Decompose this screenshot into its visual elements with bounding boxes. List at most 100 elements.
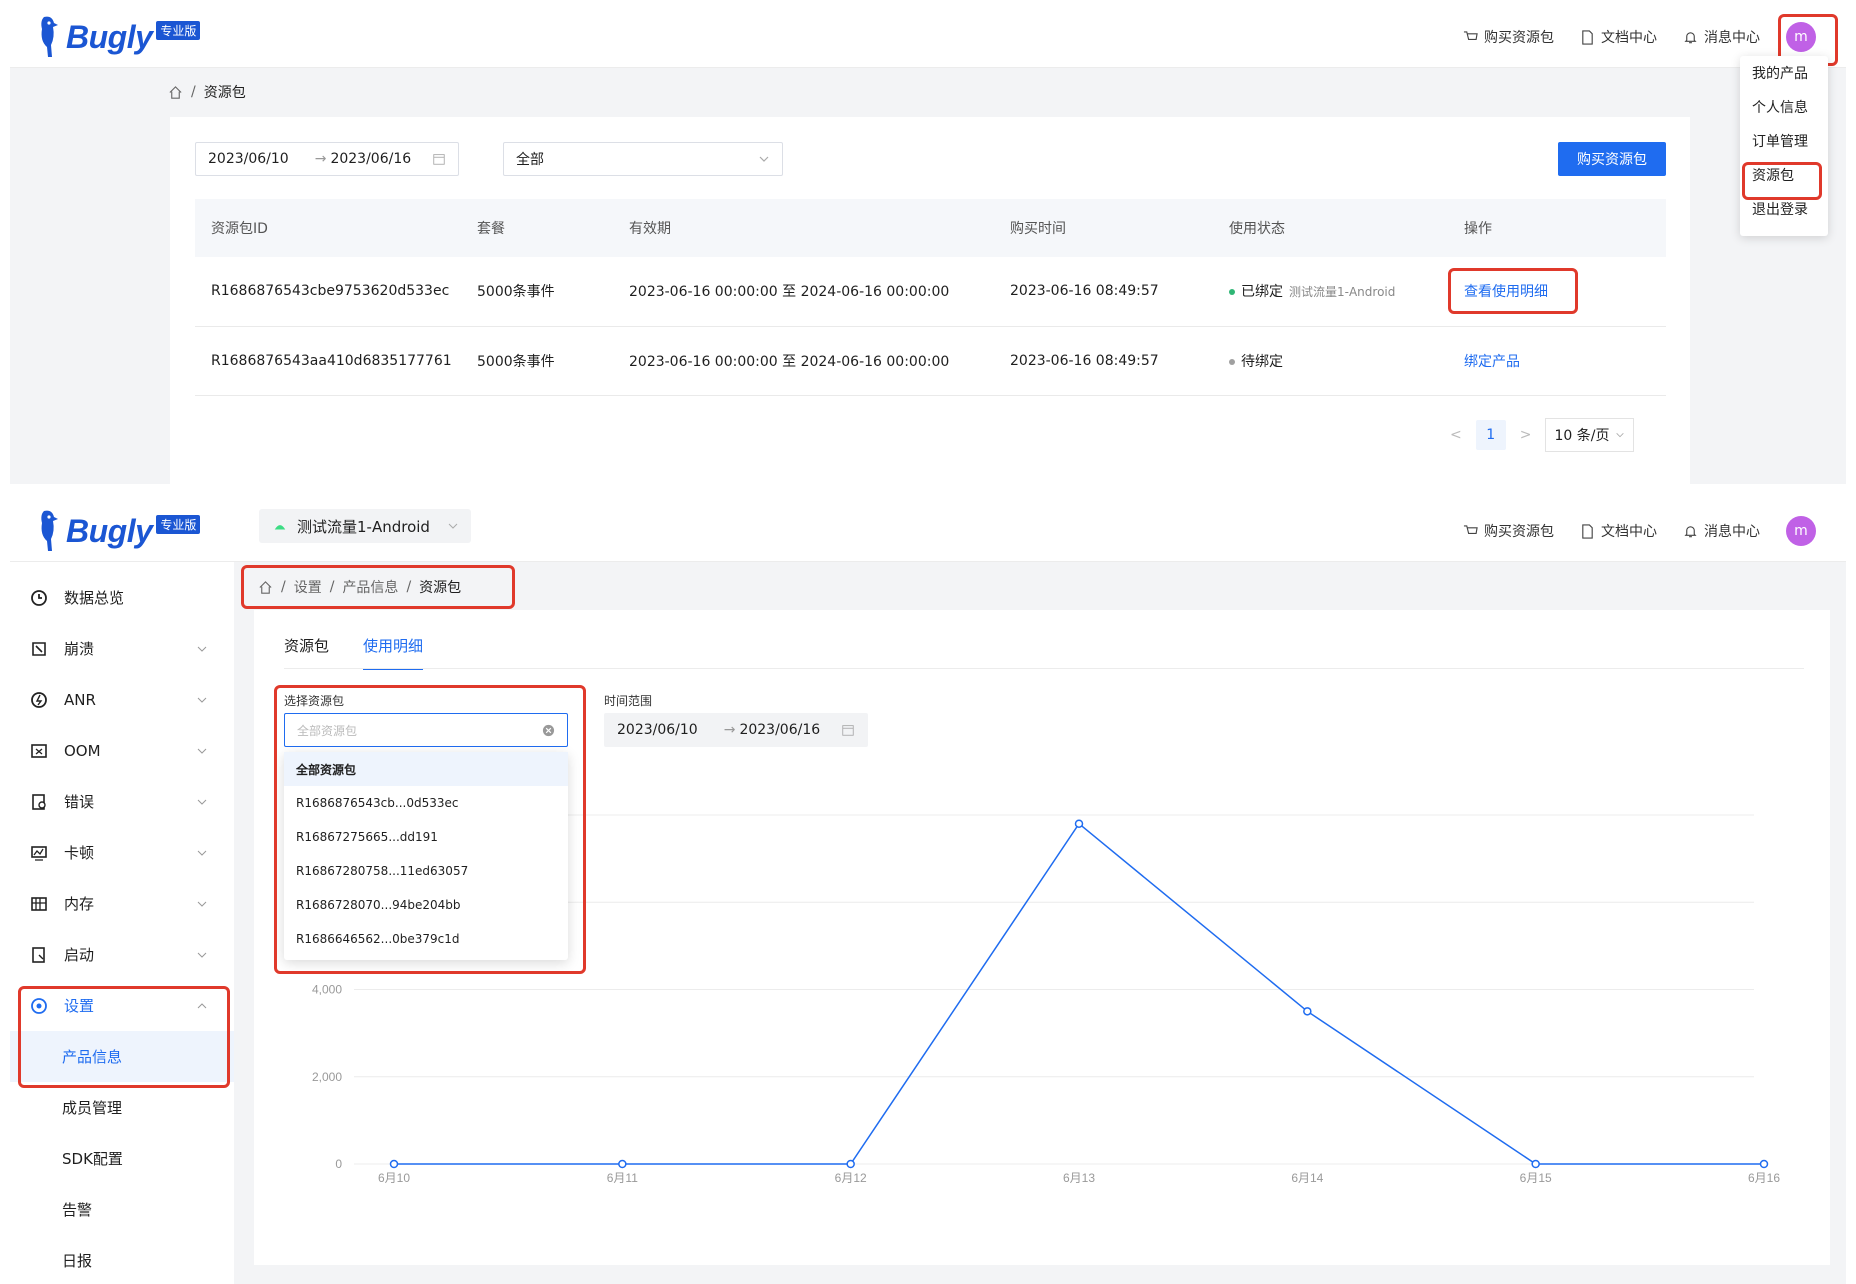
status-dot-bound bbox=[1229, 289, 1235, 296]
user-avatar[interactable]: m bbox=[1786, 22, 1816, 52]
home-icon[interactable] bbox=[258, 580, 273, 595]
date-start: 2023/06/10 bbox=[208, 151, 289, 167]
sidebar-sub-sdk-config[interactable]: SDK配置 bbox=[10, 1133, 234, 1184]
y-tick-label: 0 bbox=[335, 1157, 342, 1171]
sidebar-sub-members[interactable]: 成员管理 bbox=[10, 1082, 234, 1133]
option-package[interactable]: R16867280758...11ed63057 bbox=[284, 854, 568, 888]
buy-package-link[interactable]: 购买资源包 bbox=[1463, 27, 1554, 47]
sidebar-item-memory[interactable]: 内存 bbox=[10, 878, 234, 929]
view-usage-link[interactable]: 查看使用明细 bbox=[1464, 284, 1548, 300]
user-dropdown-menu: 我的产品 个人信息 订单管理 资源包 退出登录 bbox=[1740, 56, 1828, 236]
page-size-select[interactable]: 10 条/页 bbox=[1545, 418, 1635, 452]
menu-item-orders[interactable]: 订单管理 bbox=[1740, 124, 1828, 158]
sidebar-sub-alerts[interactable]: 告警 bbox=[10, 1184, 234, 1235]
sidebar-item-label: 设置 bbox=[64, 997, 95, 1015]
sidebar-item-anr[interactable]: ANR bbox=[10, 674, 234, 725]
project-select[interactable]: 测试流量1-Android bbox=[259, 509, 471, 543]
date-range-picker[interactable]: 2023/06/10 → 2023/06/16 bbox=[195, 142, 459, 176]
docs-link[interactable]: 文档中心 bbox=[1580, 27, 1657, 47]
sidebar-item-lag[interactable]: 卡顿 bbox=[10, 827, 234, 878]
x-tick-label: 6月12 bbox=[835, 1171, 867, 1185]
sidebar-item-label: 数据总览 bbox=[64, 589, 125, 607]
startup-icon bbox=[32, 946, 45, 963]
chevron-down-icon bbox=[759, 156, 769, 162]
sidebar-sub-daily-report[interactable]: 日报 bbox=[10, 1235, 234, 1284]
next-page-button[interactable]: > bbox=[1520, 427, 1532, 443]
option-package[interactable]: R1686728070...94be204bb bbox=[284, 888, 568, 922]
cart-icon bbox=[1463, 30, 1478, 40]
bugly-logo[interactable]: Bugly 专业版 bbox=[38, 14, 201, 60]
sidebar-item-label: 内存 bbox=[64, 895, 95, 913]
status-select[interactable]: 全部 bbox=[503, 142, 783, 176]
breadcrumb-current: 资源包 bbox=[203, 85, 246, 101]
bell-icon bbox=[1684, 525, 1697, 537]
user-avatar[interactable]: m bbox=[1786, 516, 1816, 546]
lag-icon bbox=[31, 845, 47, 861]
option-package[interactable]: R1686646562...0be379c1d bbox=[284, 922, 568, 956]
x-tick-label: 6月11 bbox=[607, 1171, 638, 1185]
home-icon[interactable] bbox=[168, 85, 183, 100]
menu-item-resource-package[interactable]: 资源包 bbox=[1740, 158, 1828, 192]
settings-icon bbox=[31, 997, 47, 1014]
docs-link[interactable]: 文档中心 bbox=[1580, 521, 1657, 541]
breadcrumb-settings[interactable]: 设置 bbox=[294, 577, 322, 597]
chevron-down-icon bbox=[197, 901, 207, 907]
option-package[interactable]: R16867275665...dd191 bbox=[284, 820, 568, 854]
breadcrumb-current: 资源包 bbox=[419, 580, 462, 596]
chevron-down-icon bbox=[197, 952, 207, 958]
menu-item-profile[interactable]: 个人信息 bbox=[1740, 90, 1828, 124]
sidebar-sub-product-info[interactable]: 产品信息 bbox=[10, 1031, 234, 1082]
status-detail: 测试流量1-Android bbox=[1289, 285, 1396, 300]
buy-package-label: 购买资源包 bbox=[1484, 524, 1554, 540]
status-text: 待绑定 bbox=[1241, 353, 1283, 370]
x-tick-label: 6月14 bbox=[1291, 1171, 1323, 1185]
col-header-validity: 有效期 bbox=[613, 199, 994, 257]
menu-item-logout[interactable]: 退出登录 bbox=[1740, 192, 1828, 226]
option-all-packages[interactable]: 全部资源包 bbox=[284, 752, 568, 786]
bind-product-link[interactable]: 绑定产品 bbox=[1464, 354, 1520, 370]
sidebar-item-crash[interactable]: 崩溃 bbox=[10, 623, 234, 674]
col-header-purchased: 购买时间 bbox=[994, 199, 1213, 257]
page-1-button[interactable]: 1 bbox=[1475, 420, 1506, 450]
buy-package-button[interactable]: 购买资源包 bbox=[1558, 142, 1666, 176]
package-table: 资源包ID 套餐 有效期 购买时间 使用状态 操作 R1686876543cbe… bbox=[195, 199, 1666, 396]
bugly-logo[interactable]: Bugly 专业版 bbox=[38, 508, 201, 554]
memory-icon bbox=[31, 896, 47, 911]
messages-link[interactable]: 消息中心 bbox=[1683, 27, 1760, 47]
docs-label: 文档中心 bbox=[1601, 30, 1657, 46]
buy-package-link[interactable]: 购买资源包 bbox=[1463, 521, 1554, 541]
menu-item-my-products[interactable]: 我的产品 bbox=[1740, 56, 1828, 90]
sidebar: 数据总览 崩溃 ANR OOM 错误 卡顿 内存 启动 设置 产品信息 成员管理… bbox=[10, 562, 234, 1284]
chevron-up-icon bbox=[197, 1002, 207, 1008]
project-name: 测试流量1-Android bbox=[297, 517, 430, 536]
document-icon bbox=[1582, 523, 1593, 539]
data-point bbox=[1531, 1159, 1540, 1169]
page-size-label: 10 条/页 bbox=[1554, 428, 1610, 444]
sidebar-item-startup[interactable]: 启动 bbox=[10, 929, 234, 980]
x-tick-label: 6月15 bbox=[1520, 1171, 1552, 1185]
status-select-value: 全部 bbox=[516, 152, 544, 168]
cell-action: 绑定产品 bbox=[1448, 326, 1666, 396]
status-text: 已绑定 bbox=[1241, 284, 1283, 301]
messages-link[interactable]: 消息中心 bbox=[1683, 521, 1760, 541]
prev-page-button[interactable]: < bbox=[1450, 427, 1462, 443]
cell-status: 待绑定 bbox=[1213, 326, 1448, 396]
calendar-icon bbox=[433, 154, 445, 165]
sidebar-item-label: 崩溃 bbox=[64, 640, 95, 658]
document-icon bbox=[1582, 29, 1593, 45]
sidebar-item-settings[interactable]: 设置 bbox=[10, 980, 234, 1031]
android-icon bbox=[274, 525, 286, 530]
cell-id: R1686876543aa410d6835177761 bbox=[195, 326, 461, 396]
x-tick-label: 6月16 bbox=[1748, 1171, 1780, 1185]
crash-icon bbox=[32, 641, 46, 656]
sidebar-item-oom[interactable]: OOM bbox=[10, 725, 234, 776]
breadcrumb-product-info[interactable]: 产品信息 bbox=[342, 577, 398, 597]
pagination: < 1 > 10 条/页 bbox=[1450, 418, 1635, 452]
sidebar-item-overview[interactable]: 数据总览 bbox=[10, 572, 234, 623]
option-package[interactable]: R1686876543cb...0d533ec bbox=[284, 786, 568, 820]
sidebar-item-error[interactable]: 错误 bbox=[10, 776, 234, 827]
anr-icon bbox=[31, 691, 47, 708]
table-header-row: 资源包ID 套餐 有效期 购买时间 使用状态 操作 bbox=[195, 199, 1666, 257]
package-dropdown-list: 全部资源包 R1686876543cb...0d533ec R168672756… bbox=[284, 752, 568, 960]
chevron-down-icon bbox=[1616, 433, 1625, 438]
